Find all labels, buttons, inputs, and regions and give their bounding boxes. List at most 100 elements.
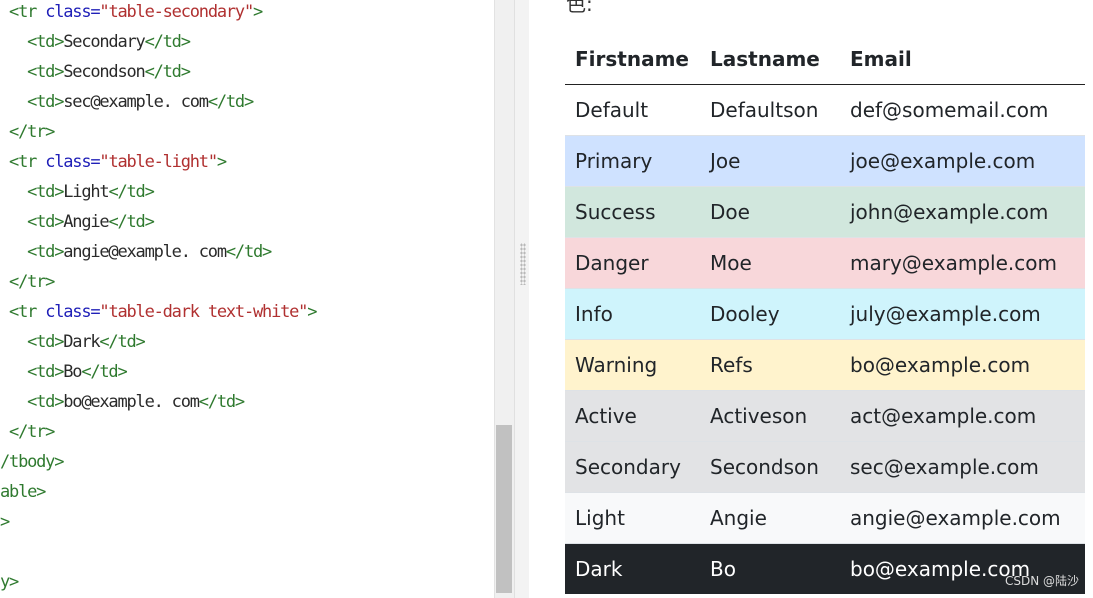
header-firstname: Firstname	[565, 34, 700, 85]
code-token-attr: class=	[45, 152, 100, 172]
code-line: <td>Angie</td>	[0, 207, 155, 237]
code-token-text: Secondary	[63, 32, 146, 52]
table-row-active: Active Activeson act@example.com	[565, 390, 1085, 442]
code-token-tag: </td>	[108, 182, 154, 202]
header-email: Email	[840, 34, 1085, 85]
code-line: <td>Dark</td>	[0, 327, 146, 357]
code-token-text: Angie	[63, 212, 109, 232]
code-line: </tr>	[0, 117, 55, 147]
table-header-row: Firstname Lastname Email	[565, 34, 1085, 85]
table-row-default: Default Defaultson def@somemail.com	[565, 84, 1085, 136]
code-line: <td>Bo</td>	[0, 357, 128, 387]
table-body: Default Defaultson def@somemail.com Primary…	[565, 84, 1085, 594]
preview-heading-fragment: 色:	[566, 0, 593, 16]
cell-email: mary@example.com	[840, 237, 1085, 289]
code-token-tag: </tr>	[9, 422, 55, 442]
code-token-tag: >	[216, 152, 227, 172]
code-token-text: angie@example. com	[63, 242, 227, 262]
cell-firstname: Success	[565, 186, 700, 238]
code-token-tag: </td>	[99, 332, 145, 352]
code-line: <tr class="table-light">	[0, 147, 227, 177]
code-line: <td>angie@example. com</td>	[0, 237, 272, 267]
code-token-tag: </td>	[81, 362, 127, 382]
code-token-tag: <tr	[9, 2, 46, 22]
cell-email: joe@example.com	[840, 135, 1085, 187]
code-token-tag: <td>	[27, 392, 64, 412]
code-line: <tr class="table-secondary">	[0, 0, 263, 27]
code-token-tag: </td>	[108, 212, 154, 232]
table-row-primary: Primary Joe joe@example.com	[565, 135, 1085, 187]
code-token-tag: </td>	[207, 92, 254, 112]
code-token-tag: <td>	[27, 242, 64, 262]
table-row-secondary: Secondary Secondson sec@example.com	[565, 441, 1085, 493]
table-row-danger: Danger Moe mary@example.com	[565, 237, 1085, 289]
code-token-val: "table-light"	[99, 152, 218, 172]
table-row-success: Success Doe john@example.com	[565, 186, 1085, 238]
cell-firstname: Warning	[565, 339, 700, 391]
cell-email: angie@example.com	[840, 492, 1085, 544]
cell-lastname: Refs	[700, 339, 840, 391]
code-token-text: sec@example. com	[63, 92, 209, 112]
code-token-tag: <tr	[9, 152, 46, 172]
pane-splitter[interactable]	[514, 0, 530, 598]
code-token-tag: y>	[0, 572, 19, 592]
code-token-text: Bo	[63, 362, 82, 382]
cell-email: july@example.com	[840, 288, 1085, 340]
code-line: </tr>	[0, 267, 55, 297]
code-line: <td>Secondson</td>	[0, 57, 191, 87]
cell-lastname: Dooley	[700, 288, 840, 340]
cell-lastname: Secondson	[700, 441, 840, 493]
code-line: <td>bo@example. com</td>	[0, 387, 245, 417]
code-token-text: Light	[63, 182, 109, 202]
code-token-tag: /tbody>	[0, 452, 64, 472]
cell-email: act@example.com	[840, 390, 1085, 442]
editor-scrollbar-thumb[interactable]	[496, 425, 512, 593]
cell-firstname: Default	[575, 98, 649, 122]
code-token-tag: </tr>	[9, 272, 55, 292]
cell-firstname: Secondary	[565, 441, 700, 493]
code-token-tag: <td>	[27, 62, 64, 82]
code-token-tag: >	[0, 512, 10, 532]
code-token-text: Dark	[63, 332, 100, 352]
cell-lastname: Defaultson	[710, 98, 819, 122]
csdn-watermark: CSDN @陆沙	[1004, 574, 1079, 588]
code-token-tag: </td>	[198, 392, 245, 412]
code-token-val: "table-dark text-white"	[99, 302, 308, 322]
cell-lastname: Activeson	[700, 390, 840, 442]
code-token-attr: class=	[45, 2, 100, 22]
contextual-table: Firstname Lastname Email Default Defaults…	[565, 34, 1085, 594]
code-line: <td>Light</td>	[0, 177, 155, 207]
cell-firstname: Dark	[565, 543, 700, 594]
table-row-info: Info Dooley july@example.com	[565, 288, 1085, 340]
table-row-warning: Warning Refs bo@example.com	[565, 339, 1085, 391]
code-token-tag: <td>	[27, 92, 64, 112]
cell-firstname: Danger	[565, 237, 700, 289]
code-token-tag: <td>	[27, 212, 64, 232]
code-token-tag: >	[253, 2, 263, 22]
code-token-tag: <td>	[27, 362, 64, 382]
code-token-tag: <tr	[9, 302, 46, 322]
code-token-tag: <td>	[27, 332, 64, 352]
splitter-grip-icon[interactable]	[520, 243, 526, 285]
cell-lastname: Moe	[700, 237, 840, 289]
cell-lastname: Bo	[700, 543, 840, 594]
code-editor[interactable]: <tr class="table-secondary"> <td>Seconda…	[0, 0, 494, 598]
table-row-light: Light Angie angie@example.com	[565, 492, 1085, 544]
code-token-tag: able>	[0, 482, 46, 502]
code-line: able>	[0, 477, 46, 507]
code-token-tag: </td>	[225, 242, 272, 262]
cell-email: sec@example.com	[840, 441, 1085, 493]
code-token-tag: >	[307, 302, 317, 322]
code-token-tag: </td>	[144, 32, 191, 52]
code-token-attr: class=	[45, 302, 100, 322]
code-token-tag: <td>	[27, 32, 64, 52]
cell-firstname: Light	[565, 492, 700, 544]
